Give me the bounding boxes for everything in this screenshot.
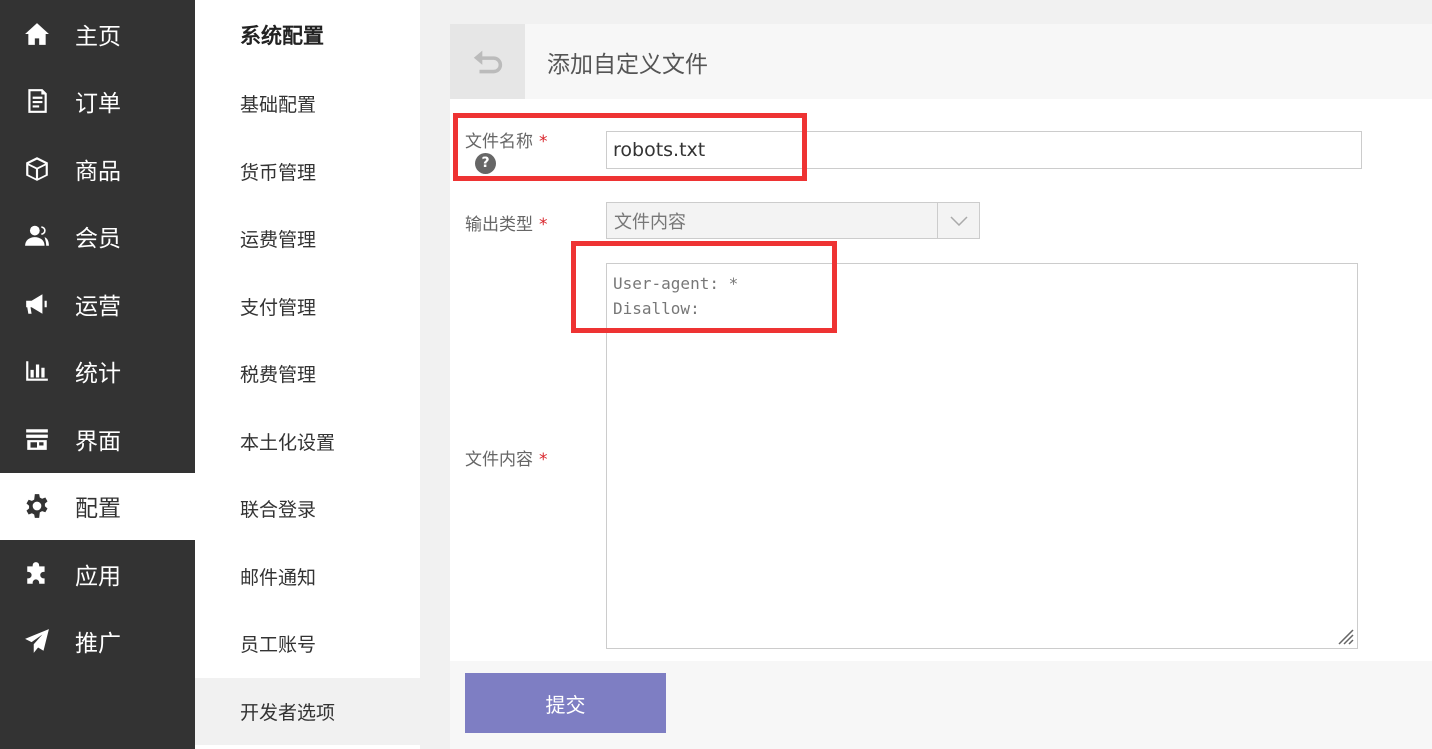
nav-item-promotion[interactable]: 推广 <box>0 608 195 676</box>
submit-button[interactable]: 提交 <box>465 673 666 733</box>
nav-item-label: 商品 <box>75 158 121 185</box>
nav-item-label: 会员 <box>75 226 121 253</box>
resize-handle-icon[interactable] <box>1334 625 1354 645</box>
nav-item-label: 统计 <box>75 361 121 388</box>
panel-header: 添加自定义文件 <box>450 24 1432 99</box>
output-type-select[interactable]: 文件内容 <box>606 202 980 239</box>
form-footer: 提交 <box>450 661 1432 749</box>
nav-item-apps[interactable]: 应用 <box>0 540 195 608</box>
chevron-down-icon[interactable] <box>937 203 979 238</box>
nav-item-label: 应用 <box>75 563 121 590</box>
users-icon <box>24 223 50 249</box>
output-type-value: 文件内容 <box>614 211 686 233</box>
back-button[interactable] <box>450 24 525 99</box>
nav-item-label: 订单 <box>75 91 121 118</box>
page-title: 添加自定义文件 <box>547 51 708 78</box>
sub-nav-item-email[interactable]: 邮件通知 <box>195 543 420 611</box>
nav-item-label: 配置 <box>75 496 121 523</box>
nav-item-label: 主页 <box>75 23 121 50</box>
nav-item-members[interactable]: 会员 <box>0 203 195 271</box>
storefront-icon <box>24 426 50 452</box>
nav-item-interface[interactable]: 界面 <box>0 405 195 473</box>
sub-nav-item-payment[interactable]: 支付管理 <box>195 273 420 341</box>
sub-nav-item-tax[interactable]: 税费管理 <box>195 340 420 408</box>
output-type-label: 输出类型 * <box>465 210 548 235</box>
nav-item-statistics[interactable]: 统计 <box>0 338 195 406</box>
nav-item-orders[interactable]: 订单 <box>0 68 195 136</box>
home-icon <box>24 21 50 47</box>
file-content-label: 文件内容 * <box>465 445 548 470</box>
output-type-label-text: 输出类型 <box>465 215 533 235</box>
back-arrow-icon <box>473 50 502 73</box>
bar-chart-icon <box>24 358 50 384</box>
gear-icon <box>24 493 50 519</box>
nav-item-label: 运营 <box>75 293 121 320</box>
sub-nav-item-basic[interactable]: 基础配置 <box>195 70 420 138</box>
required-mark: * <box>539 215 548 235</box>
required-mark: * <box>539 450 548 470</box>
sub-nav-item-social-login[interactable]: 联合登录 <box>195 475 420 543</box>
nav-item-label: 推广 <box>75 631 121 658</box>
megaphone-icon <box>24 291 50 317</box>
highlight-box-file-name <box>453 113 807 181</box>
paper-plane-icon <box>24 628 50 654</box>
sub-nav-item-currency[interactable]: 货币管理 <box>195 138 420 206</box>
puzzle-icon <box>24 561 50 587</box>
file-content-label-text: 文件内容 <box>465 450 533 470</box>
sub-nav-item-developer[interactable]: 开发者选项 <box>195 677 420 745</box>
highlight-box-file-content <box>571 241 837 333</box>
nav-item-products[interactable]: 商品 <box>0 135 195 203</box>
nav-item-home[interactable]: 主页 <box>0 0 195 68</box>
nav-item-operations[interactable]: 运营 <box>0 270 195 338</box>
nav-item-label: 界面 <box>75 428 121 455</box>
box-icon <box>24 156 50 182</box>
sub-nav-title: 系统配置 <box>240 24 324 48</box>
main-nav: 主页 订单 商品 会员 运营 统计 界面 配置 应用 推广 <box>0 0 195 749</box>
sub-nav-item-staff[interactable]: 员工账号 <box>195 610 420 678</box>
order-icon <box>24 88 50 114</box>
sub-nav: 系统配置 基础配置 货币管理 运费管理 支付管理 税费管理 本土化设置 联合登录… <box>195 0 420 749</box>
sub-nav-item-localization[interactable]: 本土化设置 <box>195 408 420 476</box>
sub-nav-item-shipping[interactable]: 运费管理 <box>195 205 420 273</box>
nav-item-settings[interactable]: 配置 <box>0 472 195 540</box>
